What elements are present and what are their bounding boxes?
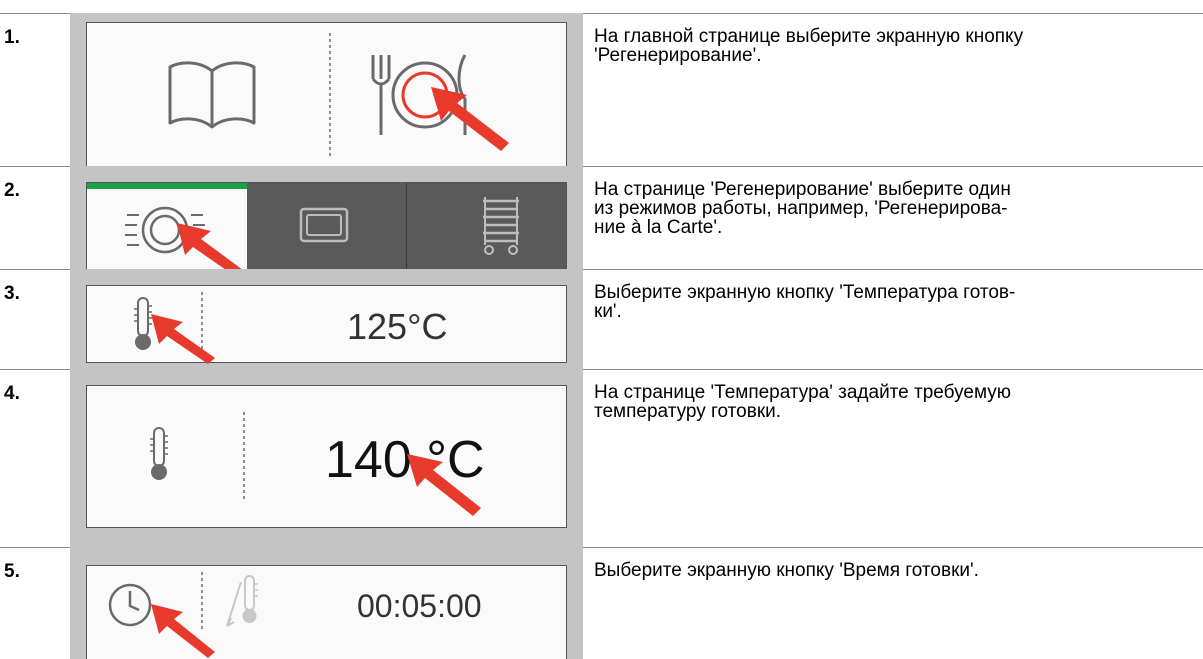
desc-line: Выберите экранную кнопку 'Время готовки'… [594,560,979,581]
screenshot-frame: 00:05:00 [70,547,583,659]
desc-line: 'Регенерирование'. [594,45,762,66]
temperature-value: 125°C [347,306,448,347]
step-2: 2. На странице 'Регенерирование' выберит… [0,166,1203,279]
desc-line: ки'. [594,301,622,322]
pointer-arrow-icon [431,87,509,151]
cooking-temperature-button[interactable]: 125°C [86,285,567,364]
step-5: 5. Выберите экранную кнопку 'Время готов… [0,547,1203,659]
step-description: На странице 'Температура' задайте требуе… [594,383,1200,421]
screenshot-frame: 125°C [70,269,583,369]
screenshot-frame: 140 °C [70,369,583,547]
desc-line: На главной странице выберите экранную кн… [594,26,1024,47]
book-icon[interactable] [167,59,257,129]
desc-line: температуру готовки. [594,401,782,422]
screenshot-frame [70,166,583,279]
step-3: 3. Выберите экранную кнопку 'Температура… [0,269,1203,369]
step-description: На странице 'Регенерирование' выберите о… [594,180,1200,237]
step-description: Выберите экранную кнопку 'Температура го… [594,283,1200,321]
step-1: 1. На главной странице выберите экранную… [0,13,1203,166]
step-description: Выберите экранную кнопку 'Время готовки'… [594,561,1200,580]
step-description: На главной странице выберите экранную кн… [594,27,1200,65]
desc-line: Выберите экранную кнопку 'Температура го… [594,282,1016,303]
step-number: 3. [4,283,20,304]
mode-tab-bar [86,182,567,279]
plate-rack-icon [483,197,519,255]
tab-banquet[interactable] [407,183,567,269]
desc-line: На странице 'Регенерирование' выберите о… [594,179,1011,200]
desc-line: ние à la Carte'. [594,217,723,238]
tab-gastronorm[interactable] [247,183,407,269]
tray-icon [299,207,349,243]
panel-separator [243,412,245,502]
step-number: 4. [4,383,20,404]
active-tab-indicator [87,183,247,189]
cooking-time-button[interactable]: 00:05:00 [86,565,567,659]
step-number: 1. [4,27,20,48]
step-number: 2. [4,180,20,201]
thermometer-icon [150,427,168,480]
panel-separator [329,33,331,158]
desc-line: из режимов работы, например, 'Регенериро… [594,198,1008,219]
home-screen-panel [86,22,567,166]
pointer-arrow-icon [151,604,215,658]
core-probe-icon [226,575,258,627]
temperature-setting-panel[interactable]: 140 °C [86,385,567,528]
cooking-time-value: 00:05:00 [357,588,482,624]
tab-a-la-carte[interactable] [87,183,247,279]
screenshot-frame [70,13,583,166]
pointer-arrow-icon [151,314,215,364]
step-4: 4. На странице 'Температура' задайте тре… [0,369,1203,547]
step-number: 5. [4,561,20,582]
clock-icon [108,583,152,627]
desc-line: На странице 'Температура' задайте требуе… [594,382,1011,403]
pointer-arrow-icon [407,454,481,516]
